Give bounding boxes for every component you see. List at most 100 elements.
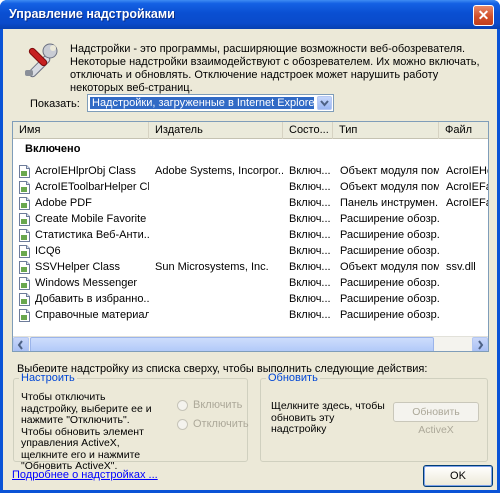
- cell-publisher: [155, 307, 283, 323]
- window-title: Управление надстройками: [9, 7, 175, 21]
- cell-publisher: [155, 195, 283, 211]
- cell-state: Включ...: [289, 309, 331, 321]
- cell-file: [446, 275, 488, 291]
- configure-group-title: Настроить: [19, 372, 77, 384]
- addon-document-icon: [19, 197, 30, 210]
- dialog-body: Надстройки - это программы, расширяющие …: [3, 29, 497, 490]
- table-row[interactable]: Windows Messenger Включ... Расширение обоз…: [13, 275, 488, 291]
- cell-name: Статистика Веб-Анти...: [35, 229, 149, 241]
- cell-type: Расширение обозр...: [340, 229, 439, 241]
- cell-publisher: [155, 275, 283, 291]
- cell-state: Включ...: [289, 277, 331, 289]
- addons-tools-icon: [25, 43, 58, 78]
- scroll-left-button[interactable]: [13, 337, 29, 351]
- update-group: Обновить Щелкните здесь, чтобы обновить …: [260, 372, 488, 462]
- enable-radio[interactable]: [177, 400, 188, 411]
- column-header-state[interactable]: Состо...: [283, 122, 333, 139]
- instruction-text: Выберите надстройку из списка сверху, чт…: [17, 363, 428, 375]
- table-row[interactable]: AcroIEToolbarHelper Cl... Включ... Объект …: [13, 179, 488, 195]
- cell-publisher: [155, 227, 283, 243]
- cell-file: [446, 211, 488, 227]
- disable-radio-label: Отключить: [193, 418, 249, 430]
- table-row[interactable]: Статистика Веб-Анти... Включ... Расширение…: [13, 227, 488, 243]
- show-dropdown-value: Надстройки, загруженные в Internet Explo…: [90, 97, 314, 109]
- cell-name: Добавить в избранно...: [35, 293, 149, 305]
- cell-type: Объект модуля пом...: [340, 181, 439, 193]
- addon-document-icon: [19, 213, 30, 226]
- addon-document-icon: [19, 309, 30, 322]
- table-row[interactable]: Добавить в избранно... Включ... Расширение…: [13, 291, 488, 307]
- list-header: Имя Издатель Состо... Тип Файл: [13, 122, 488, 139]
- addons-list[interactable]: Имя Издатель Состо... Тип Файл Включено …: [12, 121, 489, 352]
- disable-radio[interactable]: [177, 419, 188, 430]
- title-bar[interactable]: Управление надстройками ✕: [0, 0, 500, 29]
- scroll-right-button[interactable]: [472, 337, 488, 351]
- table-row[interactable]: Adobe PDF Включ... Панель инструмен... Acro…: [13, 195, 488, 211]
- cell-name: AcroIEToolbarHelper Cl...: [35, 181, 149, 193]
- cell-type: Объект модуля пом...: [340, 165, 439, 177]
- addon-document-icon: [19, 277, 30, 290]
- cell-type: Расширение обозр...: [340, 293, 439, 305]
- cell-publisher: [155, 211, 283, 227]
- cell-type: Панель инструмен...: [340, 197, 439, 209]
- addon-document-icon: [19, 181, 30, 194]
- column-header-publisher[interactable]: Издатель: [149, 122, 283, 139]
- column-header-type[interactable]: Тип: [333, 122, 439, 139]
- cell-type: Расширение обозр...: [340, 309, 439, 321]
- configure-group: Настроить Чтобы отключить надстройку, вы…: [13, 372, 249, 472]
- cell-state: Включ...: [289, 165, 331, 177]
- table-row[interactable]: Create Mobile Favorite Включ... Расширение…: [13, 211, 488, 227]
- cell-name: AcroIEHlprObj Class: [35, 165, 136, 177]
- show-label: Показать:: [30, 98, 80, 110]
- configure-description: Чтобы отключить надстройку, выберите ее …: [21, 391, 152, 472]
- addon-document-icon: [19, 245, 30, 258]
- table-row[interactable]: AcroIEHlprObj Class Adobe Systems, Incorp…: [13, 163, 488, 179]
- cell-type: Расширение обозр...: [340, 213, 439, 225]
- cell-type: Объект модуля пом...: [340, 261, 439, 273]
- update-activex-button[interactable]: Обновить ActiveX: [393, 402, 479, 436]
- column-header-name[interactable]: Имя: [13, 122, 149, 139]
- more-about-addons-link[interactable]: Подробнее о надстройках ...: [12, 469, 158, 481]
- cell-file: AcroIEHelp: [446, 165, 488, 177]
- ok-button[interactable]: OK: [423, 465, 493, 487]
- addon-document-icon: [19, 261, 30, 274]
- cell-name: Adobe PDF: [35, 197, 92, 209]
- cell-publisher: [155, 179, 283, 195]
- cell-file: [446, 291, 488, 307]
- group-header-enabled: Включено: [25, 143, 81, 155]
- scrollbar-thumb[interactable]: [30, 337, 434, 351]
- cell-publisher: Sun Microsystems, Inc.: [155, 261, 269, 273]
- enable-radio-label: Включить: [193, 399, 243, 411]
- cell-name: Create Mobile Favorite: [35, 213, 147, 225]
- chevron-left-icon: [17, 340, 23, 350]
- cell-state: Включ...: [289, 213, 331, 225]
- cell-publisher: [155, 291, 283, 307]
- cell-name: Windows Messenger: [35, 277, 138, 289]
- column-header-file[interactable]: Файл: [439, 122, 488, 139]
- cell-name: ICQ6: [35, 245, 61, 257]
- cell-state: Включ...: [289, 293, 331, 305]
- addon-document-icon: [19, 229, 30, 242]
- close-icon: ✕: [477, 7, 490, 23]
- addon-document-icon: [19, 165, 30, 178]
- dropdown-arrow-button[interactable]: [317, 96, 332, 110]
- cell-file: [446, 243, 488, 259]
- horizontal-scrollbar[interactable]: [13, 336, 488, 351]
- cell-state: Включ...: [289, 197, 331, 209]
- addon-document-icon: [19, 293, 30, 306]
- cell-file: ssv.dll: [446, 261, 476, 273]
- cell-state: Включ...: [289, 261, 331, 273]
- cell-type: Расширение обозр...: [340, 277, 439, 289]
- cell-state: Включ...: [289, 245, 331, 257]
- close-button[interactable]: ✕: [473, 5, 494, 26]
- table-row[interactable]: Справочные материалы Включ... Расширение о…: [13, 307, 488, 323]
- cell-name: Справочные материалы: [35, 309, 149, 321]
- table-row[interactable]: SSVHelper Class Sun Microsystems, Inc. Вкл…: [13, 259, 488, 275]
- update-description: Щелкните здесь, чтобы обновить эту надст…: [271, 400, 385, 435]
- cell-type: Расширение обозр...: [340, 245, 439, 257]
- cell-file: [446, 307, 488, 323]
- cell-file: AcroIEFav: [446, 197, 488, 209]
- chevron-down-icon: [320, 100, 329, 107]
- show-dropdown[interactable]: Надстройки, загруженные в Internet Explo…: [87, 94, 334, 112]
- table-row[interactable]: ICQ6 Включ... Расширение обозр...: [13, 243, 488, 259]
